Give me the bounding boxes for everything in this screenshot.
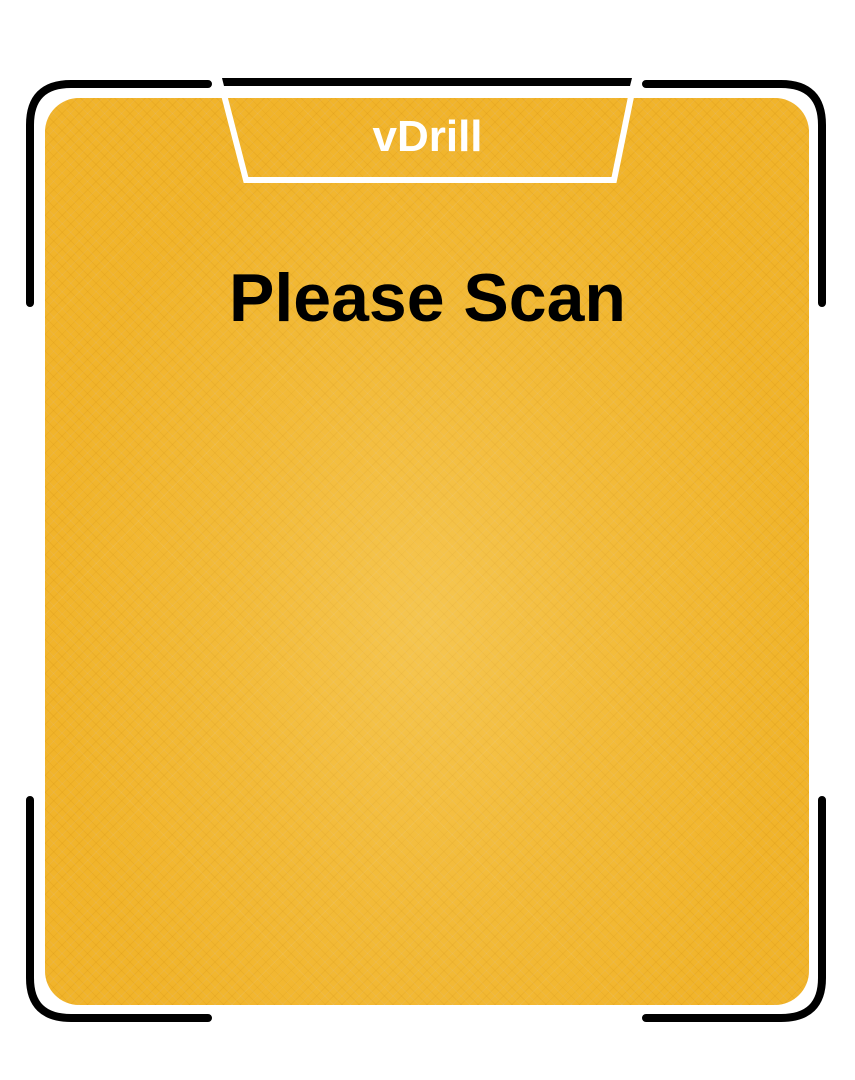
scan-panel xyxy=(45,98,809,1005)
app-title: vDrill xyxy=(372,112,483,161)
scan-prompt: Please Scan xyxy=(229,260,626,336)
scan-screen: vDrill Please Scan xyxy=(0,0,855,1080)
tab-top-bar xyxy=(222,78,632,86)
